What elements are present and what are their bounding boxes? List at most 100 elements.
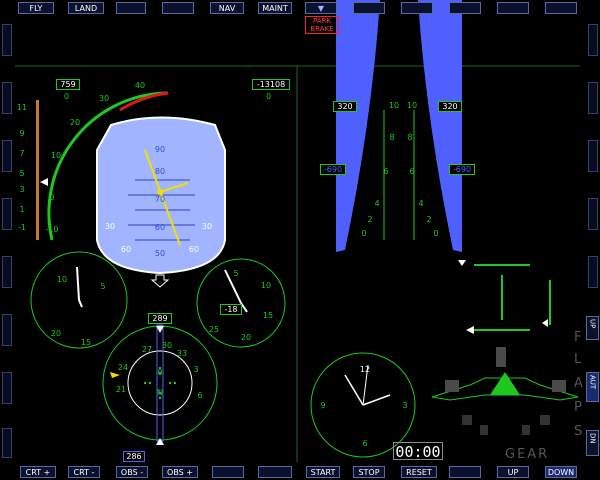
flap-indicator: [458, 260, 551, 334]
airspeed-sub-readout: 0: [64, 92, 70, 101]
altitude-readout: -13108: [252, 79, 290, 90]
vsi-label-6: -1: [18, 223, 26, 232]
right-bezel-button-2[interactable]: [588, 82, 598, 114]
left-bezel-button-4[interactable]: [2, 198, 12, 230]
attitude-label-7: 60: [121, 245, 131, 254]
analog-clock-label-0: 12: [360, 365, 370, 374]
altitude-sub-readout: 0: [266, 92, 272, 101]
top-button-9[interactable]: [401, 2, 433, 14]
heading-label-3: 24: [118, 363, 128, 372]
right-bezel-button-3[interactable]: [588, 140, 598, 172]
flaps-auto-label: AUT: [588, 375, 597, 390]
flaps-down-label: DN: [588, 433, 597, 444]
airspeed-tick-label-3: 20: [70, 118, 80, 127]
engine-scale-label-8: 6: [409, 167, 414, 176]
left-bezel-button-8[interactable]: [2, 428, 12, 458]
stop-button[interactable]: STOP: [353, 466, 385, 478]
flaps-up-label: UP: [588, 319, 597, 329]
attitude-label-5: 30: [105, 222, 115, 231]
cockpit-canvas: -10010203040 1197531-1 908070605030 3060 6…: [15, 0, 580, 462]
gear-label: GEAR: [505, 447, 550, 462]
bottom-button-10[interactable]: [449, 466, 481, 478]
flaps-auto-button[interactable]: AUT: [586, 372, 599, 402]
vsi-label-2: 7: [19, 149, 24, 158]
right-bezel-button-1[interactable]: [588, 24, 598, 56]
left-bezel-button-3[interactable]: [2, 140, 12, 172]
engine-scale-label-2: 6: [383, 167, 388, 176]
top-button-12[interactable]: [545, 2, 577, 14]
right-clock-label-4: 25: [209, 325, 219, 334]
heading-dot-1: [148, 381, 152, 385]
dropdown-button[interactable]: ▼: [305, 2, 337, 14]
flaps-down-button[interactable]: DN: [586, 430, 599, 456]
vsi-label-1: 9: [19, 129, 24, 138]
engine-left-readout: 320: [333, 101, 357, 112]
engine-scale-label-11: 0: [433, 229, 438, 238]
heading-dot-2: [168, 381, 172, 385]
park-brake-warning: PARK BRAKE: [305, 16, 339, 34]
heading-dot-5: [158, 371, 162, 375]
heading-label-2: 33: [177, 349, 187, 358]
right-clock-label-2: 15: [263, 311, 273, 320]
reset-button[interactable]: RESET: [401, 466, 437, 478]
flaps-label-p: P: [574, 400, 582, 415]
top-button-4[interactable]: [162, 2, 194, 14]
fly-button[interactable]: FLY: [18, 2, 54, 14]
left-clock-label-1: 5: [100, 282, 105, 291]
gear-up-button[interactable]: UP: [497, 466, 529, 478]
top-button-10[interactable]: [449, 2, 481, 14]
engine-right-bottom-readout: -690: [449, 164, 475, 175]
course-readout: 286: [123, 451, 145, 462]
heading-label-0: 27: [142, 345, 152, 354]
brake-label: BRAKE: [310, 25, 334, 33]
nav-button[interactable]: NAV: [210, 2, 244, 14]
airspeed-tick-label-4: 30: [99, 94, 109, 103]
flaps-label-a: A: [574, 376, 583, 391]
heading-dot-4: [158, 366, 162, 370]
maint-button[interactable]: MAINT: [258, 2, 292, 14]
flaps-label-s: S: [574, 424, 583, 439]
right-bezel-button-4[interactable]: [588, 198, 598, 230]
obs-minus-button[interactable]: OBS -: [116, 466, 148, 478]
engine-scale-label-0: 10: [389, 101, 399, 110]
airspeed-tick-label-0: -10: [45, 225, 58, 234]
attitude-label-0: 90: [155, 145, 165, 154]
heading-dot-0: [143, 381, 147, 385]
top-button-11[interactable]: [497, 2, 529, 14]
left-clock-gauge: [30, 251, 128, 349]
attitude-label-3: 60: [155, 223, 165, 232]
left-bezel-button-7[interactable]: [2, 372, 12, 404]
engine-right-readout: 320: [438, 101, 462, 112]
obs-plus-button[interactable]: OBS +: [162, 466, 198, 478]
left-bezel-button-1[interactable]: [2, 24, 12, 56]
vsi-scale: [36, 100, 48, 240]
top-button-3[interactable]: [116, 2, 146, 14]
top-button-8[interactable]: [353, 2, 385, 14]
left-bezel-button-2[interactable]: [2, 82, 12, 114]
flap-marker-icon: [458, 260, 466, 266]
engine-scale-label-4: 2: [367, 215, 372, 224]
vsi-pointer-icon: [40, 178, 48, 186]
attitude-label-2: 70: [155, 195, 165, 204]
engine-scale-label-6: 10: [407, 101, 417, 110]
gear-down-button[interactable]: DOWN: [545, 466, 577, 478]
land-button[interactable]: LAND: [68, 2, 104, 14]
flaps-label-f: F: [574, 330, 582, 345]
left-bezel-button-6[interactable]: [2, 314, 12, 346]
heading-dot-7: [158, 396, 162, 400]
attitude-label-8: 60: [189, 245, 199, 254]
start-button[interactable]: START: [306, 466, 340, 478]
vsi-label-3: 5: [19, 169, 24, 178]
bottom-button-6[interactable]: [258, 466, 292, 478]
vsi-label-4: 3: [19, 185, 24, 194]
aircraft-planform: [431, 347, 579, 435]
bottom-button-5[interactable]: [212, 466, 244, 478]
engine-scale-label-3: 4: [374, 199, 379, 208]
crt-minus-button[interactable]: CRT -: [68, 466, 100, 478]
heading-dot-6: [158, 391, 162, 395]
flaps-up-button[interactable]: UP: [586, 316, 599, 340]
right-bezel-button-5[interactable]: [588, 256, 598, 288]
left-bezel-button-5[interactable]: [2, 256, 12, 288]
crt-plus-button[interactable]: CRT +: [20, 466, 56, 478]
right-clock-readout: -18: [220, 304, 242, 315]
